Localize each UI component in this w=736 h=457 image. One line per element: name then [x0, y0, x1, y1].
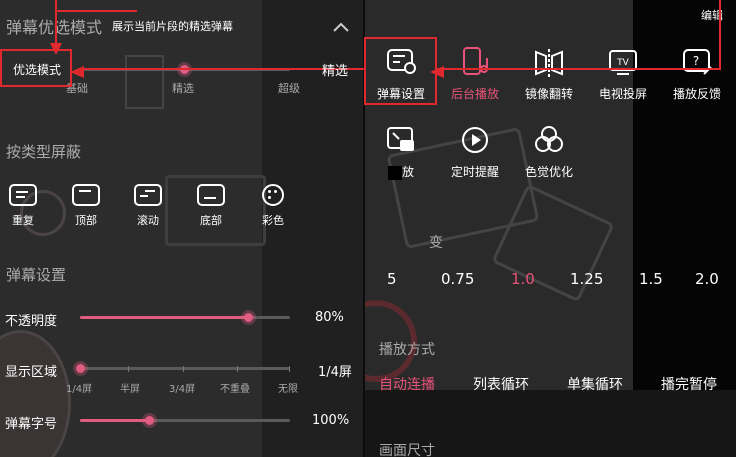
- timer-icon: [457, 122, 493, 158]
- speed-title: 变: [429, 235, 443, 251]
- filter-scroll-button[interactable]: 滚动: [123, 184, 173, 228]
- annotation-box-danmaku-settings: [364, 37, 437, 105]
- tool-pip-label: 放: [365, 163, 437, 180]
- display-area-tick: [128, 366, 129, 372]
- mode-level-featured[interactable]: 精选: [172, 80, 194, 96]
- opacity-slider[interactable]: [80, 316, 290, 319]
- tool-color-vision[interactable]: 色觉优化: [513, 122, 585, 180]
- mirror-flip-icon: [531, 44, 567, 80]
- svg-text:TV: TV: [616, 58, 629, 68]
- display-area-label: 显示区域: [5, 365, 58, 380]
- display-area-tick-label[interactable]: 无限: [278, 380, 298, 395]
- filter-top-label: 顶部: [75, 214, 97, 227]
- annotation-line-top-left: [55, 0, 57, 10]
- color-palette-icon: [262, 184, 284, 206]
- display-area-value: 1/4屏: [318, 365, 352, 380]
- video-background-sign: [125, 55, 164, 109]
- display-area-tick: [183, 366, 184, 372]
- play-mode-option-selected[interactable]: 自动连播: [379, 374, 435, 394]
- speed-option[interactable]: 1.25: [570, 270, 603, 288]
- font-size-value: 100%: [312, 413, 350, 428]
- display-area-slider-thumb[interactable]: [76, 364, 85, 373]
- display-area-tick: [237, 366, 238, 372]
- opacity-label: 不透明度: [5, 314, 58, 329]
- play-mode-option[interactable]: 单集循环: [567, 374, 623, 394]
- filter-scroll-label: 滚动: [137, 214, 159, 227]
- display-area-tick-label[interactable]: 3/4屏: [169, 380, 195, 395]
- filter-color-label: 彩色: [262, 214, 284, 227]
- tool-background-play-label: 后台播放: [450, 87, 499, 101]
- annotation-line-right: [437, 68, 721, 70]
- background-play-icon: [457, 44, 493, 80]
- filter-title: 按类型屏蔽: [6, 143, 82, 161]
- speed-option-selected[interactable]: 1.0: [511, 270, 535, 288]
- filter-bottom-button[interactable]: 底部: [186, 184, 236, 228]
- annotation-label: 精选: [322, 64, 349, 79]
- speed-option[interactable]: 1.5: [639, 270, 663, 288]
- tool-color-vision-label: 色觉优化: [524, 165, 573, 179]
- tool-mirror-flip[interactable]: 镜像翻转: [513, 44, 585, 102]
- svg-text:?: ?: [693, 54, 699, 68]
- filter-top-button[interactable]: 顶部: [61, 184, 111, 228]
- annotation-line-top-left-h: [55, 10, 137, 12]
- filter-repeat-label: 重复: [12, 214, 34, 227]
- play-mode-option[interactable]: 播完暂停: [661, 374, 717, 394]
- filter-color-button[interactable]: 彩色: [248, 184, 298, 228]
- scroll-danmaku-icon: [134, 184, 162, 206]
- annotation-arrow-left-icon: [70, 63, 84, 82]
- video-background-figure: [0, 330, 71, 457]
- top-danmaku-icon: [72, 184, 100, 206]
- speed-option[interactable]: 0.75: [441, 270, 474, 288]
- screen-size-title: 画面尺寸: [379, 443, 435, 457]
- tool-timer-label: 定时提醒: [450, 165, 499, 179]
- tool-feedback[interactable]: ? 播放反馈: [661, 44, 733, 102]
- display-area-tick-label[interactable]: 1/4屏: [66, 380, 92, 395]
- tool-background-play[interactable]: 后台播放: [439, 44, 511, 102]
- section-title: 弹幕优选模式: [6, 18, 103, 37]
- tool-pip[interactable]: 放: [365, 122, 437, 180]
- collapse-chevron-icon[interactable]: [332, 18, 350, 37]
- settings-title: 弹幕设置: [6, 266, 67, 284]
- annotation-line-right-up: [719, 0, 721, 70]
- display-area-slider[interactable]: [80, 367, 290, 370]
- bottom-danmaku-icon: [197, 184, 225, 206]
- color-vision-icon: [531, 122, 567, 158]
- tool-tv-cast[interactable]: TV 电视投屏: [587, 44, 659, 102]
- speed-option[interactable]: 5: [387, 270, 397, 288]
- filter-bottom-label: 底部: [200, 214, 222, 227]
- font-size-slider[interactable]: [80, 419, 290, 422]
- mode-level-super[interactable]: 超级: [278, 80, 300, 96]
- repeat-danmaku-icon: [9, 184, 37, 206]
- annotation-arrow-left-icon: [430, 63, 444, 82]
- tool-mirror-flip-label: 镜像翻转: [524, 87, 573, 101]
- display-area-tick: [289, 366, 290, 372]
- filter-repeat-button[interactable]: 重复: [0, 184, 48, 228]
- display-area-tick-label[interactable]: 半屏: [120, 380, 140, 395]
- section-description: 展示当前片段的精选弹幕: [112, 20, 233, 33]
- opacity-slider-thumb[interactable]: [244, 313, 253, 322]
- tv-cast-icon: TV: [605, 44, 641, 80]
- play-mode-title: 播放方式: [379, 342, 435, 358]
- pip-icon: [383, 122, 419, 158]
- display-area-tick-label[interactable]: 不重叠: [220, 380, 250, 395]
- annotation-arrow-down-icon: [50, 40, 62, 59]
- font-size-label: 弹幕字号: [5, 417, 58, 432]
- tool-tv-cast-label: 电视投屏: [598, 87, 647, 101]
- tool-timer[interactable]: 定时提醒: [439, 122, 511, 180]
- font-size-slider-thumb[interactable]: [145, 416, 155, 425]
- play-mode-option[interactable]: 列表循环: [473, 374, 529, 394]
- tool-feedback-label: 播放反馈: [672, 87, 721, 101]
- speed-option[interactable]: 2.0: [695, 270, 719, 288]
- feedback-icon: ?: [679, 44, 715, 80]
- opacity-value: 80%: [315, 310, 344, 325]
